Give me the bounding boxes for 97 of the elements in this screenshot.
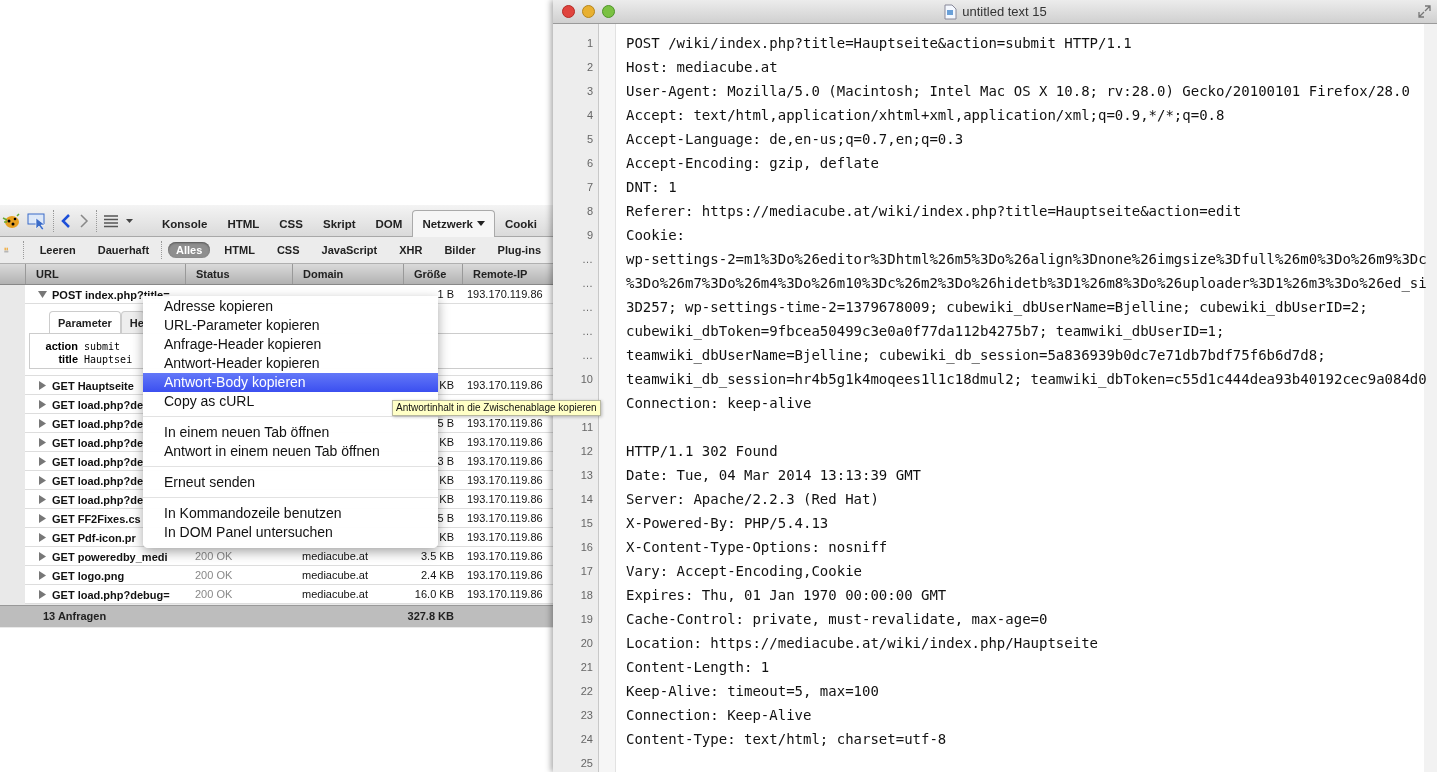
line-number: 1: [586, 37, 593, 49]
tooltip: Antwortinhalt in die Zwischenablage kopieren: [392, 400, 601, 416]
size-text: 2.4 KB: [420, 569, 454, 581]
size-text: 16.0 KB: [414, 588, 454, 600]
ip-address: 193.170.119.86: [467, 531, 543, 543]
code-line: Location: https://mediacube.at/wiki/index.php/Hauptseite: [626, 635, 1098, 651]
line-number: 8: [586, 205, 593, 217]
code-line: Connection: keep-alive: [626, 395, 812, 411]
ip-address: 193.170.119.86: [467, 417, 543, 429]
size-text: KB: [439, 531, 454, 543]
code-line: Keep-Alive: timeout=5, max=100: [626, 683, 879, 699]
line-number: 19: [580, 613, 593, 625]
code-line: Connection: Keep-Alive: [626, 707, 812, 723]
line-number: 15: [580, 517, 593, 529]
window-title: untitled text 15: [962, 4, 1047, 19]
size-text: KB: [439, 474, 454, 486]
line-number: …: [582, 349, 593, 361]
line-number: 11: [581, 421, 593, 433]
param-name: title: [57, 353, 78, 365]
ip-address: 193.170.119.86: [467, 474, 543, 486]
code-line: Content-Length: 1: [626, 659, 770, 675]
total-size: 327.8 KB: [406, 609, 455, 624]
ip-address: 193.170.119.86: [467, 493, 543, 505]
param-value: submit: [84, 340, 122, 352]
line-number: 12: [580, 445, 593, 457]
line-number: 18: [580, 589, 593, 601]
code-line: 3D257; wp-settings-time-2=1379678009; cubewiki_dbUserName=Bjelline; cubewiki_dbUserID=2;: [626, 299, 1368, 315]
size-text: 5 B: [437, 417, 454, 429]
size-text: KB: [439, 436, 454, 448]
ip-address: 193.170.119.86: [467, 436, 543, 448]
size-text: 1 B: [437, 288, 454, 300]
code-line: Cache-Control: private, must-revalidate, max-age=0: [626, 611, 1048, 627]
line-number: 6: [586, 157, 593, 169]
code-line: Expires: Thu, 01 Jan 1970 00:00:00 GMT: [626, 587, 947, 603]
param-value: Hauptsei: [84, 353, 133, 365]
ip-address: 193.170.119.86: [467, 588, 543, 600]
line-number: 20: [580, 637, 593, 649]
code-line: DNT: 1: [626, 179, 677, 195]
size-text: 3 B: [437, 455, 454, 467]
code-line: Cookie:: [626, 227, 685, 243]
line-number: 2: [586, 61, 593, 73]
code-line: cubewiki_dbToken=9fbcea50499c3e0a0f77da112b4275b7; teamwiki_dbUserID=1;: [626, 323, 1225, 339]
ip-address: 193.170.119.86: [467, 550, 543, 562]
domain-text: mediacube.at: [302, 550, 369, 562]
line-number: 7: [586, 181, 593, 193]
line-number: 17: [580, 565, 593, 577]
line-number: 22: [580, 685, 593, 697]
code-line: Accept-Encoding: gzip, deflate: [626, 155, 879, 171]
line-number: 24: [580, 733, 593, 745]
param-name: action: [44, 340, 78, 352]
code-line: teamwiki_db_session=hr4b5g1k4moqees1l1c18dmul2; teamwiki_dbToken=c55d1c444dea93b40192cec9a084d0: [626, 371, 1427, 387]
code-line: Accept-Language: de,en-us;q=0.7,en;q=0.3: [626, 131, 964, 147]
code-line: Host: mediacube.at: [626, 59, 778, 75]
code-line: Accept: text/html,application/xhtml+xml,application/xml;q=0.9,*/*;q=0.8: [626, 107, 1225, 123]
line-number: 25: [580, 757, 593, 769]
ip-address: 193.170.119.86: [467, 512, 543, 524]
status-text: 200 OK: [195, 569, 233, 581]
size-text: KB: [439, 493, 454, 505]
line-number: …: [582, 253, 593, 265]
line-number: 13: [580, 469, 593, 481]
code-line: HTTP/1.1 302 Found: [626, 443, 778, 459]
line-number: 4: [586, 109, 593, 121]
ip-address: 193.170.119.86: [467, 569, 543, 581]
line-number: …: [582, 325, 593, 337]
line-number: 16: [580, 541, 593, 553]
status-text: 200 OK: [195, 588, 233, 600]
code-line: X-Powered-By: PHP/5.4.13: [626, 515, 829, 531]
code-line: X-Content-Type-Options: nosniff: [626, 539, 888, 555]
line-number: 23: [580, 709, 593, 721]
line-number: 3: [586, 85, 593, 97]
code-line: Content-Type: text/html; charset=utf-8: [626, 731, 947, 747]
line-number: 21: [580, 661, 593, 673]
line-number: …: [582, 301, 593, 313]
size-text: 5 B: [437, 512, 454, 524]
line-number: 9: [586, 229, 593, 241]
line-number: 5: [586, 133, 593, 145]
code-line: Vary: Accept-Encoding,Cookie: [626, 563, 862, 579]
line-number: 14: [580, 493, 593, 505]
request-count: 13 Anfragen: [42, 609, 108, 624]
code-line: Date: Tue, 04 Mar 2014 13:13:39 GMT: [626, 467, 921, 483]
ip-address: 193.170.119.86: [467, 379, 543, 391]
line-number: 10: [580, 373, 593, 385]
ip-address: 193.170.119.86: [467, 455, 543, 467]
code-line: %3Do%26m7%3Do%26m4%3Do%26m10%3Dc%26m2%3Do%26hidetb%3D1%26m8%3Do%26uploader%3D1%26m3%3Do%26ed_si: [626, 275, 1427, 291]
code-line: wp-settings-2=m1%3Do%26editor%3Dhtml%26m5%3Do%26align%3Dnone%26imgsize%3Dfull%26m0%3Do%26m9%3Dc: [626, 251, 1427, 267]
domain-text: mediacube.at: [302, 569, 369, 581]
size-text: KB: [439, 379, 454, 391]
domain-text: mediacube.at: [302, 588, 369, 600]
code-line: User-Agent: Mozilla/5.0 (Macintosh; Intel Mac OS X 10.8; rv:28.0) Gecko/20100101 Firefox/28.0: [626, 83, 1410, 99]
ip-address: 193.170.119.86: [467, 288, 543, 300]
line-number: …: [582, 277, 593, 289]
code-line: Referer: https://mediacube.at/wiki/index.php?title=Hauptseite&action=edit: [626, 203, 1242, 219]
code-line: Server: Apache/2.2.3 (Red Hat): [626, 491, 879, 507]
code-line: teamwiki_dbUserName=Bjelline; cubewiki_db_session=5a836939b0dc7e71db7bdf75f6b6d7d8;: [626, 347, 1326, 363]
code-line: POST /wiki/index.php?title=Hauptseite&action=submit HTTP/1.1: [626, 35, 1132, 51]
size-text: 3.5 KB: [420, 550, 454, 562]
status-text: 200 OK: [195, 550, 233, 562]
